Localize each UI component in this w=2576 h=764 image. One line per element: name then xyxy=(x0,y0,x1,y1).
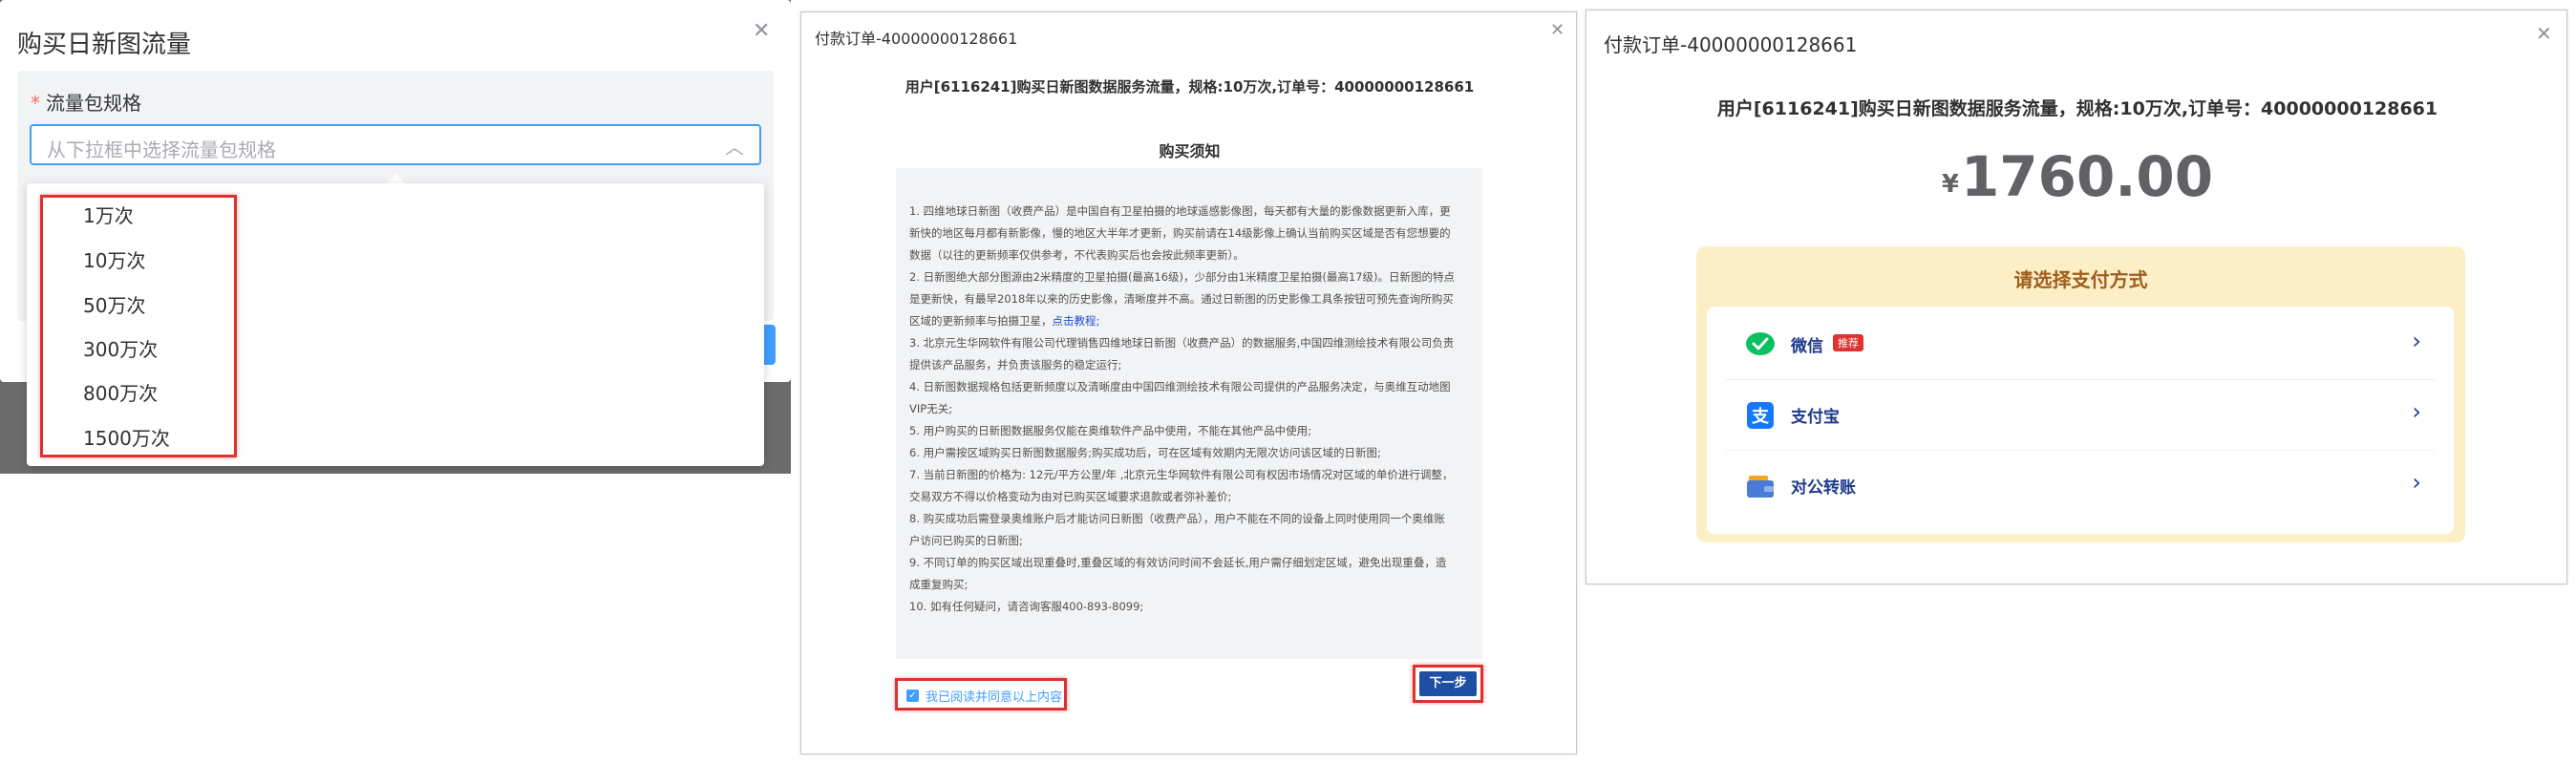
currency-symbol: ¥ xyxy=(1941,170,1959,199)
buy-traffic-panel: 购买日新图流量 ✕ * 流量包规格 从下拉框中选择流量包规格 ︿ 1万次 10万次… xyxy=(0,0,791,474)
field-label-text: 流量包规格 xyxy=(46,92,141,115)
dialog-title: 购买日新图流量 xyxy=(17,31,192,59)
notice-item-3: 3. 北京元生华网软件有限公司代理销售四维地球日新图（收费产品）的数据服务,中国… xyxy=(909,336,1455,371)
notice-item-7: 7. 当前日新图的价格为: 12元/平方公里/年 ,北京元生华网软件有限公司有权… xyxy=(909,468,1454,503)
close-icon[interactable]: ✕ xyxy=(753,19,770,43)
options-highlight xyxy=(40,195,237,457)
pay-method-name: 微信 xyxy=(1791,337,1823,356)
required-mark: * xyxy=(31,92,40,115)
pay-method-alipay[interactable]: 支 支付宝 › xyxy=(1726,379,2435,451)
recommend-badge: 推荐 xyxy=(1833,334,1863,351)
order-notice-panel: 付款订单-40000000128661 ✕ 用户[6116241]购买日新图数据… xyxy=(800,11,1577,754)
select-placeholder: 从下拉框中选择流量包规格 xyxy=(47,138,276,161)
notice-item-8: 8. 购买成功后需登录奥维账户后才能访问日新图（收费产品），用户不能在不同的设备… xyxy=(909,512,1445,547)
chevron-right-icon: › xyxy=(2412,469,2421,496)
close-icon[interactable]: ✕ xyxy=(2536,22,2552,45)
amount-value: 1760.00 xyxy=(1960,144,2214,209)
order-amount: ¥1760.00 xyxy=(1586,144,2568,209)
traffic-package-select[interactable]: 从下拉框中选择流量包规格 ︿ xyxy=(30,124,761,165)
checkbox-checked-icon: ✓ xyxy=(906,690,919,702)
order-headline: 用户[6116241]购买日新图数据服务流量，规格:10万次,订单号：40000… xyxy=(905,78,1475,96)
pay-method-name: 对公转账 xyxy=(1791,478,1856,498)
order-headline: 用户[6116241]购买日新图数据服务流量，规格:10万次,订单号：40000… xyxy=(1716,98,2438,119)
wallet-icon xyxy=(1747,476,1774,498)
payment-panel: 付款订单-40000000128661 ✕ 用户[6116241]购买日新图数据… xyxy=(1586,10,2567,584)
notice-item-6: 6. 用户需按区域购买日新图数据服务;购买成功后，可在区域有效期内无限次访问该区… xyxy=(909,446,1381,459)
notice-item-5: 5. 用户购买的日新图数据服务仅能在奥维软件产品中使用，不能在其他产品中使用; xyxy=(909,424,1311,437)
pay-method-wechat[interactable]: 微信 推荐 › xyxy=(1726,308,2435,380)
next-step-highlight: 下一步 xyxy=(1413,665,1483,703)
svg-text:支: 支 xyxy=(1751,406,1770,427)
notice-item-9: 9. 不同订单的购买区域出现重叠时,重叠区域的有效访问时间不会延长,用户需仔细划… xyxy=(909,556,1447,591)
next-step-button[interactable]: 下一步 xyxy=(1419,671,1477,696)
pay-method-name: 支付宝 xyxy=(1791,408,1840,427)
notice-item-10: 10. 如有任何疑问，请咨询客服400-893-8099; xyxy=(909,600,1144,613)
notice-item-2-text: 2. 日新图绝大部分图源由2米精度的卫星拍摄(最高16级)，少部分由1米精度卫星… xyxy=(909,270,1455,328)
agree-label: 我已阅读并同意以上内容 xyxy=(926,690,1063,705)
payment-methods: 微信 推荐 › 支 支付宝 › 对公转账 › xyxy=(1707,307,2454,534)
field-label: * 流量包规格 xyxy=(31,88,141,116)
chevron-right-icon: › xyxy=(2412,328,2421,354)
wechat-icon xyxy=(1746,332,1775,355)
close-icon[interactable]: ✕ xyxy=(1550,20,1565,40)
order-title: 付款订单-40000000128661 xyxy=(1604,33,1858,56)
chevron-right-icon: › xyxy=(2412,398,2421,425)
notice-title: 购买须知 xyxy=(1159,142,1221,160)
payment-title: 请选择支付方式 xyxy=(2013,268,2148,291)
order-title: 付款订单-40000000128661 xyxy=(815,30,1018,48)
notice-item-2: 2. 日新图绝大部分图源由2米精度的卫星拍摄(最高16级)，少部分由1米精度卫星… xyxy=(909,266,1456,332)
notice-content: 1. 四维地球日新图（收费产品）是中国自有卫星拍摄的地球遥感影像图，每天都有大量… xyxy=(896,168,1482,659)
agree-checkbox[interactable]: ✓ 我已阅读并同意以上内容 xyxy=(895,678,1067,711)
chevron-up-icon: ︿ xyxy=(725,136,744,159)
notice-item-1: 1. 四维地球日新图（收费产品）是中国自有卫星拍摄的地球遥感影像图，每天都有大量… xyxy=(909,204,1451,262)
pay-method-bank-transfer[interactable]: 对公转账 › xyxy=(1726,450,2435,520)
tutorial-link[interactable]: 点击教程; xyxy=(1053,314,1100,328)
alipay-icon: 支 xyxy=(1747,402,1774,429)
notice-item-4: 4. 日新图数据规格包括更新频度以及清晰度由中国四维测绘技术有限公司提供的产品服… xyxy=(909,380,1451,415)
